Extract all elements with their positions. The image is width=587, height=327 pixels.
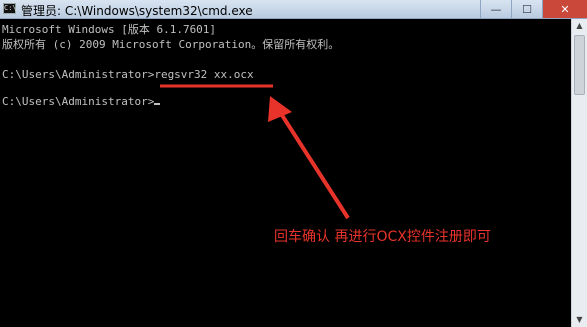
arrow-head-icon [268,96,292,122]
annotation-arrow-icon [278,110,350,220]
annotation-text: 回车确认 再进行OCX控件注册即可 [274,229,491,245]
annotation-overlay [160,84,350,220]
